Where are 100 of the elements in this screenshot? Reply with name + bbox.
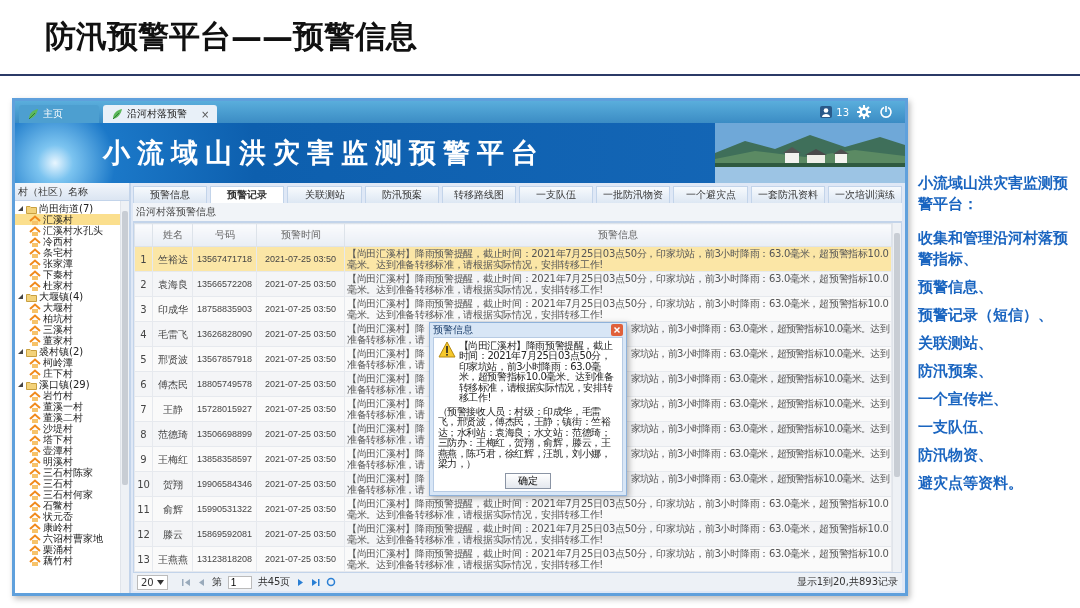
tree-label[interactable]: 沙堤村 bbox=[43, 423, 73, 434]
tree-label[interactable]: 裘村镇(2) bbox=[39, 346, 84, 357]
tree-item[interactable]: 沙堤村 bbox=[15, 423, 120, 434]
tree-label[interactable]: 张家潭 bbox=[43, 258, 73, 269]
tab[interactable]: 预警信息 bbox=[133, 186, 208, 203]
tree-item[interactable]: 汇溪村水孔头 bbox=[15, 225, 120, 236]
settings-icon[interactable] bbox=[857, 105, 871, 119]
tree-label[interactable]: 明溪村 bbox=[43, 456, 73, 467]
row-number[interactable]: 6 bbox=[134, 371, 153, 397]
tree-item[interactable]: 柯岭潭 bbox=[15, 357, 120, 368]
tree-label[interactable]: 冷西村 bbox=[43, 236, 73, 247]
row-number[interactable]: 9 bbox=[134, 446, 153, 472]
tree-item[interactable]: 康岭村 bbox=[15, 522, 120, 533]
row-number[interactable]: 2 bbox=[134, 271, 153, 297]
tree-item[interactable]: 杜家村 bbox=[15, 280, 120, 291]
row-number[interactable]: 11 bbox=[134, 496, 153, 522]
tree-label[interactable]: 栗涌村 bbox=[43, 544, 73, 555]
tree-node[interactable]: 大堰镇(4) bbox=[15, 291, 120, 302]
tree-item[interactable]: 六诏村曹家地 bbox=[15, 533, 120, 544]
tree-item[interactable]: 条宅村 bbox=[15, 247, 120, 258]
scrollbar[interactable] bbox=[120, 201, 129, 593]
tab[interactable]: 一个避灾点 bbox=[673, 186, 748, 203]
tree-label[interactable]: 董家村 bbox=[43, 335, 73, 346]
tree-item[interactable]: 三石村 bbox=[15, 478, 120, 489]
tree-label[interactable]: 康岭村 bbox=[43, 522, 73, 533]
tree-item[interactable]: 壶潭村 bbox=[15, 445, 120, 456]
tree-item[interactable]: 藕竹村 bbox=[15, 555, 120, 566]
tab[interactable]: 关联测站 bbox=[287, 186, 362, 203]
tree-label[interactable]: 大堰镇(4) bbox=[39, 291, 84, 302]
tree-label[interactable]: 董溪一村 bbox=[43, 401, 83, 412]
tree-label[interactable]: 庄下村 bbox=[43, 368, 73, 379]
tree-item[interactable]: 明溪村 bbox=[15, 456, 120, 467]
row-number[interactable]: 5 bbox=[134, 346, 153, 372]
tree-node[interactable]: 尚田街道(7) bbox=[15, 203, 120, 214]
tree-item[interactable]: 大堰村 bbox=[15, 302, 120, 313]
page-input[interactable]: 1 bbox=[227, 575, 252, 589]
tab[interactable]: 一支队伍 bbox=[519, 186, 594, 203]
scrollbar[interactable] bbox=[892, 223, 901, 572]
tree-node[interactable]: 溪口镇(29) bbox=[15, 379, 120, 390]
tree-label[interactable]: 下秦村 bbox=[43, 269, 73, 280]
close-icon[interactable] bbox=[610, 323, 623, 336]
tree-item[interactable]: 汇溪村 bbox=[15, 214, 120, 225]
tree-item[interactable]: 冷西村 bbox=[15, 236, 120, 247]
refresh-icon[interactable] bbox=[326, 577, 337, 587]
tree-label[interactable]: 条宅村 bbox=[43, 247, 73, 258]
user-icon[interactable] bbox=[820, 106, 833, 118]
tree-label[interactable]: 董溪二村 bbox=[43, 412, 83, 423]
tree-label[interactable]: 六诏村曹家地 bbox=[43, 533, 103, 544]
previous-page-icon[interactable] bbox=[196, 577, 206, 587]
tree-label[interactable]: 柏坑村 bbox=[43, 313, 73, 324]
tab[interactable]: 预警记录 bbox=[210, 186, 285, 203]
tree-label[interactable]: 汇溪村水孔头 bbox=[43, 225, 103, 236]
tree-item[interactable]: 下秦村 bbox=[15, 269, 120, 280]
tab[interactable]: 一批防汛物资 bbox=[596, 186, 671, 203]
tree-label[interactable]: 杜家村 bbox=[43, 280, 73, 291]
next-page-icon[interactable] bbox=[296, 577, 306, 587]
tree-label[interactable]: 三石村何家 bbox=[43, 489, 93, 500]
select-value[interactable]: 20 bbox=[141, 576, 154, 588]
tree-item[interactable]: 柏坑村 bbox=[15, 313, 120, 324]
tab[interactable]: 防汛预案 bbox=[364, 186, 439, 203]
tree-label[interactable]: 岩竹村 bbox=[43, 390, 73, 401]
tree-item[interactable]: 董溪二村 bbox=[15, 412, 120, 423]
tab[interactable]: 转移路线图 bbox=[441, 186, 516, 203]
tree-label[interactable]: 溪口镇(29) bbox=[39, 379, 90, 390]
tree-item[interactable]: 庄下村 bbox=[15, 368, 120, 379]
tree-label[interactable]: 石鳖村 bbox=[43, 500, 73, 511]
tree-item[interactable]: 三石村陈家 bbox=[15, 467, 120, 478]
tab[interactable]: 一次培训演练 bbox=[827, 186, 903, 203]
tree-label[interactable]: 三石村陈家 bbox=[43, 467, 93, 478]
tree-item[interactable]: 状元岙 bbox=[15, 511, 120, 522]
confirm-button[interactable]: 确定 bbox=[504, 472, 551, 489]
tree-item[interactable]: 张家潭 bbox=[15, 258, 120, 269]
logout-icon[interactable] bbox=[879, 105, 893, 119]
row-number[interactable]: 13 bbox=[134, 546, 153, 572]
tree-item[interactable]: 董溪一村 bbox=[15, 401, 120, 412]
row-number[interactable]: 12 bbox=[134, 521, 153, 547]
tree-label[interactable]: 壶潭村 bbox=[43, 445, 73, 456]
row-number[interactable]: 10 bbox=[134, 471, 153, 497]
tree-label[interactable]: 三石村 bbox=[43, 478, 73, 489]
tab-label[interactable]: 沿河村落预警 bbox=[127, 107, 187, 121]
close-button[interactable]: × bbox=[201, 108, 210, 120]
tree-item[interactable]: 栗涌村 bbox=[15, 544, 120, 555]
tree-item[interactable]: 塔下村 bbox=[15, 434, 120, 445]
tree-node[interactable]: 裘村镇(2) bbox=[15, 346, 120, 357]
tree-label[interactable]: 柯岭潭 bbox=[43, 357, 73, 368]
tab[interactable]: 一套防汛资料 bbox=[750, 186, 825, 203]
tree-label[interactable]: 尚田街道(7) bbox=[39, 203, 94, 214]
tree-item[interactable]: 石鳖村 bbox=[15, 500, 120, 511]
page-tab[interactable]: 沿河村落预警 × bbox=[103, 105, 218, 123]
row-number[interactable]: 3 bbox=[134, 296, 153, 322]
tree-item[interactable]: 三溪村 bbox=[15, 324, 120, 335]
tree-label[interactable]: 三溪村 bbox=[43, 324, 73, 335]
page-size-select[interactable]: 20 bbox=[137, 574, 168, 590]
row-number[interactable]: 8 bbox=[134, 421, 153, 447]
tree-item[interactable]: 董家村 bbox=[15, 335, 120, 346]
first-page-icon[interactable] bbox=[181, 577, 191, 587]
row-number[interactable]: 7 bbox=[134, 396, 153, 422]
tree-label[interactable]: 塔下村 bbox=[43, 434, 73, 445]
tree-label[interactable]: 大堰村 bbox=[43, 302, 73, 313]
tree-label[interactable]: 汇溪村 bbox=[43, 214, 73, 225]
